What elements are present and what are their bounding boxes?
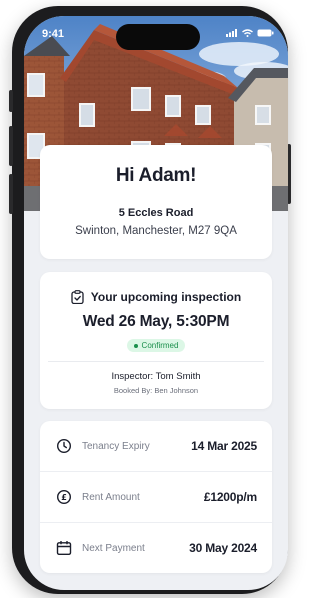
status-badge: Confirmed [126,339,186,352]
clock-icon [56,438,72,454]
inspector-name: Inspector: Tom Smith [111,371,201,382]
dynamic-island [116,24,200,50]
battery-icon [257,29,274,37]
svg-text:£: £ [61,493,67,502]
booked-by: Booked By: Ben Johnson [113,386,199,395]
detail-label: Rent Amount [82,491,140,503]
clipboard-check-icon [71,290,84,304]
detail-row-tenancy-expiry[interactable]: Tenancy Expiry 14 Mar 2025 [40,421,272,471]
wifi-icon [242,29,253,37]
greeting-card: Hi Adam! 5 Eccles Road Swinton, Manchest… [40,145,272,259]
detail-value: £1200p/m [203,490,257,504]
detail-row-next-payment[interactable]: Next Payment 30 May 2024 [40,522,272,573]
address-line-1: 5 Eccles Road [118,207,194,219]
tenancy-details-card: Tenancy Expiry 14 Mar 2025 £ Rent Amount… [40,421,272,573]
volume-down-button [9,174,13,214]
mute-button [9,90,13,112]
divider [48,361,264,362]
detail-value: 14 Mar 2025 [191,439,257,453]
pound-icon: £ [56,489,72,505]
signal-icon [226,29,237,37]
inspection-heading: Your upcoming inspection [90,290,242,304]
status-icons [226,29,274,37]
detail-label: Next Payment [82,542,145,554]
inspection-card[interactable]: Your upcoming inspection Wed 26 May, 5:3… [40,272,272,409]
greeting-title: Hi Adam! [115,165,197,186]
status-badge-label: Confirmed [141,341,179,350]
calendar-icon [56,541,72,555]
volume-up-button [9,126,13,166]
status-dot [133,343,138,348]
detail-value: 30 May 2024 [189,541,257,555]
address-line-2: Swinton, Manchester, M27 9QA [75,225,237,237]
app-screen: 9:41 Hi Adam! 5 Eccles Road Swinton, Man… [24,16,288,590]
inspection-datetime: Wed 26 May, 5:30PM [82,313,230,330]
inspection-heading-row: Your upcoming inspection [40,290,272,304]
status-time: 9:41 [42,28,65,40]
detail-label: Tenancy Expiry [82,440,150,452]
detail-row-rent-amount[interactable]: £ Rent Amount £1200p/m [40,471,272,522]
